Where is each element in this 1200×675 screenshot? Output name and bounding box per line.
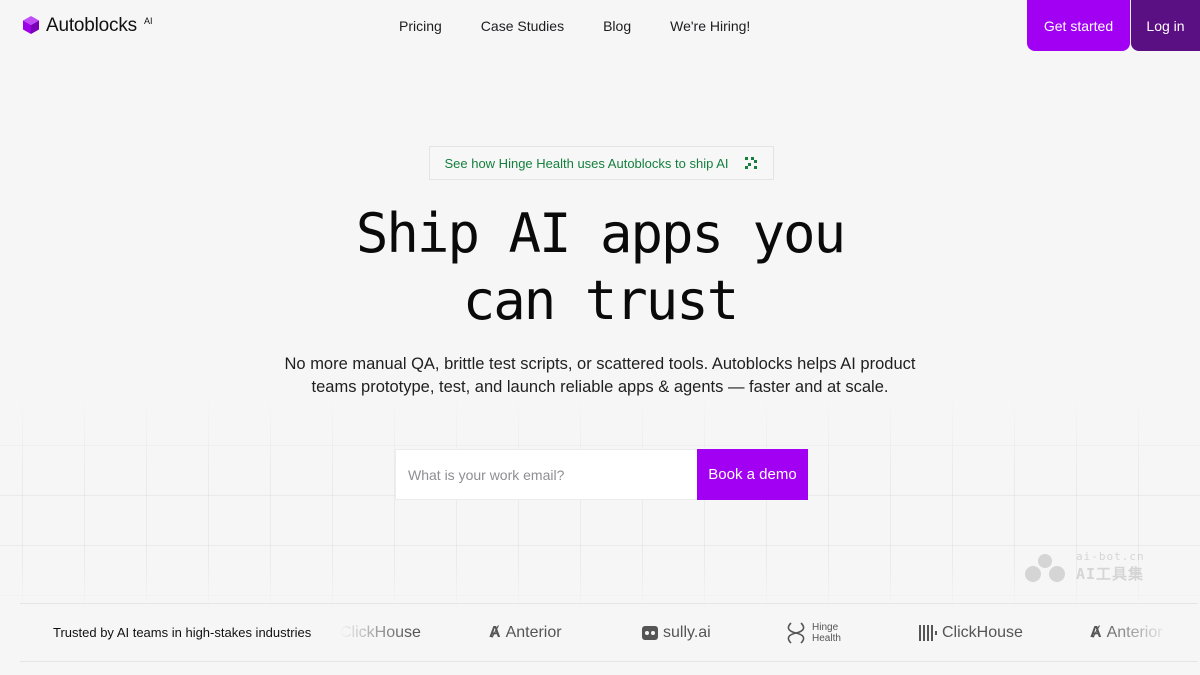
- anterior-icon: Ⱥ: [1090, 623, 1102, 641]
- sully-icon: [642, 625, 658, 640]
- logo-sully: sully.ai: [642, 604, 711, 661]
- cube-logo-icon: [23, 16, 39, 34]
- anterior-icon: Ⱥ: [489, 623, 501, 641]
- main-nav: Pricing Case Studies Blog We're Hiring!: [399, 18, 750, 35]
- nav-hiring[interactable]: We're Hiring!: [670, 18, 750, 35]
- email-input[interactable]: [395, 449, 697, 500]
- logo-name: Anterior: [505, 623, 562, 641]
- nav-blog[interactable]: Blog: [603, 18, 631, 35]
- background-grid: [0, 395, 1200, 610]
- headline-line-1: Ship AI apps you: [355, 202, 846, 265]
- logo-name: ClickHouse: [340, 623, 421, 641]
- hero-headline: Ship AI apps you can trust: [0, 200, 1200, 334]
- demo-form: Book a demo: [395, 449, 808, 500]
- watermark-logo-icon: [1025, 554, 1065, 582]
- logo-name: ClickHouse: [942, 623, 1023, 641]
- logo-name: sully.ai: [663, 623, 711, 641]
- clickhouse-icon: [919, 624, 937, 641]
- watermark: ai-bot.cn AI工具集: [1022, 550, 1145, 584]
- subtext-line-1: No more manual QA, brittle test scripts,…: [284, 355, 916, 373]
- logo-clickhouse: ClickHouse: [340, 604, 421, 661]
- hero-subtext: No more manual QA, brittle test scripts,…: [250, 353, 950, 399]
- sparkle-grid-icon: [744, 157, 757, 169]
- brand-sup: AI: [143, 16, 153, 26]
- logo-carousel: ClickHouse Ⱥ Anterior sully.ai Hinge Hea…: [340, 604, 1170, 661]
- announcement-banner[interactable]: See how Hinge Health uses Autoblocks to …: [429, 146, 774, 180]
- logo-anterior: Ⱥ Anterior: [1090, 604, 1163, 661]
- subtext-line-2: teams prototype, test, and launch reliab…: [311, 378, 889, 396]
- brand-logo[interactable]: Autoblocks AI: [22, 15, 152, 37]
- hinge-health-icon: [787, 621, 805, 644]
- nav-case-studies[interactable]: Case Studies: [481, 18, 564, 35]
- logo-hinge-health: Hinge Health: [785, 604, 841, 661]
- headline-line-2: can trust: [462, 269, 740, 332]
- login-button[interactable]: Log in: [1131, 0, 1200, 51]
- watermark-line-1: ai-bot.cn: [1076, 550, 1145, 563]
- nav-pricing[interactable]: Pricing: [399, 18, 442, 35]
- announcement-text: See how Hinge Health uses Autoblocks to …: [444, 155, 729, 171]
- logo-name: Hinge: [812, 621, 839, 633]
- logo-anterior: Ⱥ Anterior: [489, 604, 562, 661]
- hinge-wordmark: Hinge Health: [812, 622, 841, 644]
- logo-clickhouse: ClickHouse: [919, 604, 1023, 661]
- logo-name: Anterior: [1106, 623, 1163, 641]
- book-demo-button[interactable]: Book a demo: [697, 449, 808, 500]
- divider: [20, 661, 1198, 662]
- logo-name: Health: [812, 632, 841, 644]
- trusted-label: Trusted by AI teams in high-stakes indus…: [53, 625, 312, 640]
- watermark-line-2: AI工具集: [1076, 565, 1145, 583]
- get-started-button[interactable]: Get started: [1027, 0, 1130, 51]
- brand-name: Autoblocks: [46, 15, 137, 36]
